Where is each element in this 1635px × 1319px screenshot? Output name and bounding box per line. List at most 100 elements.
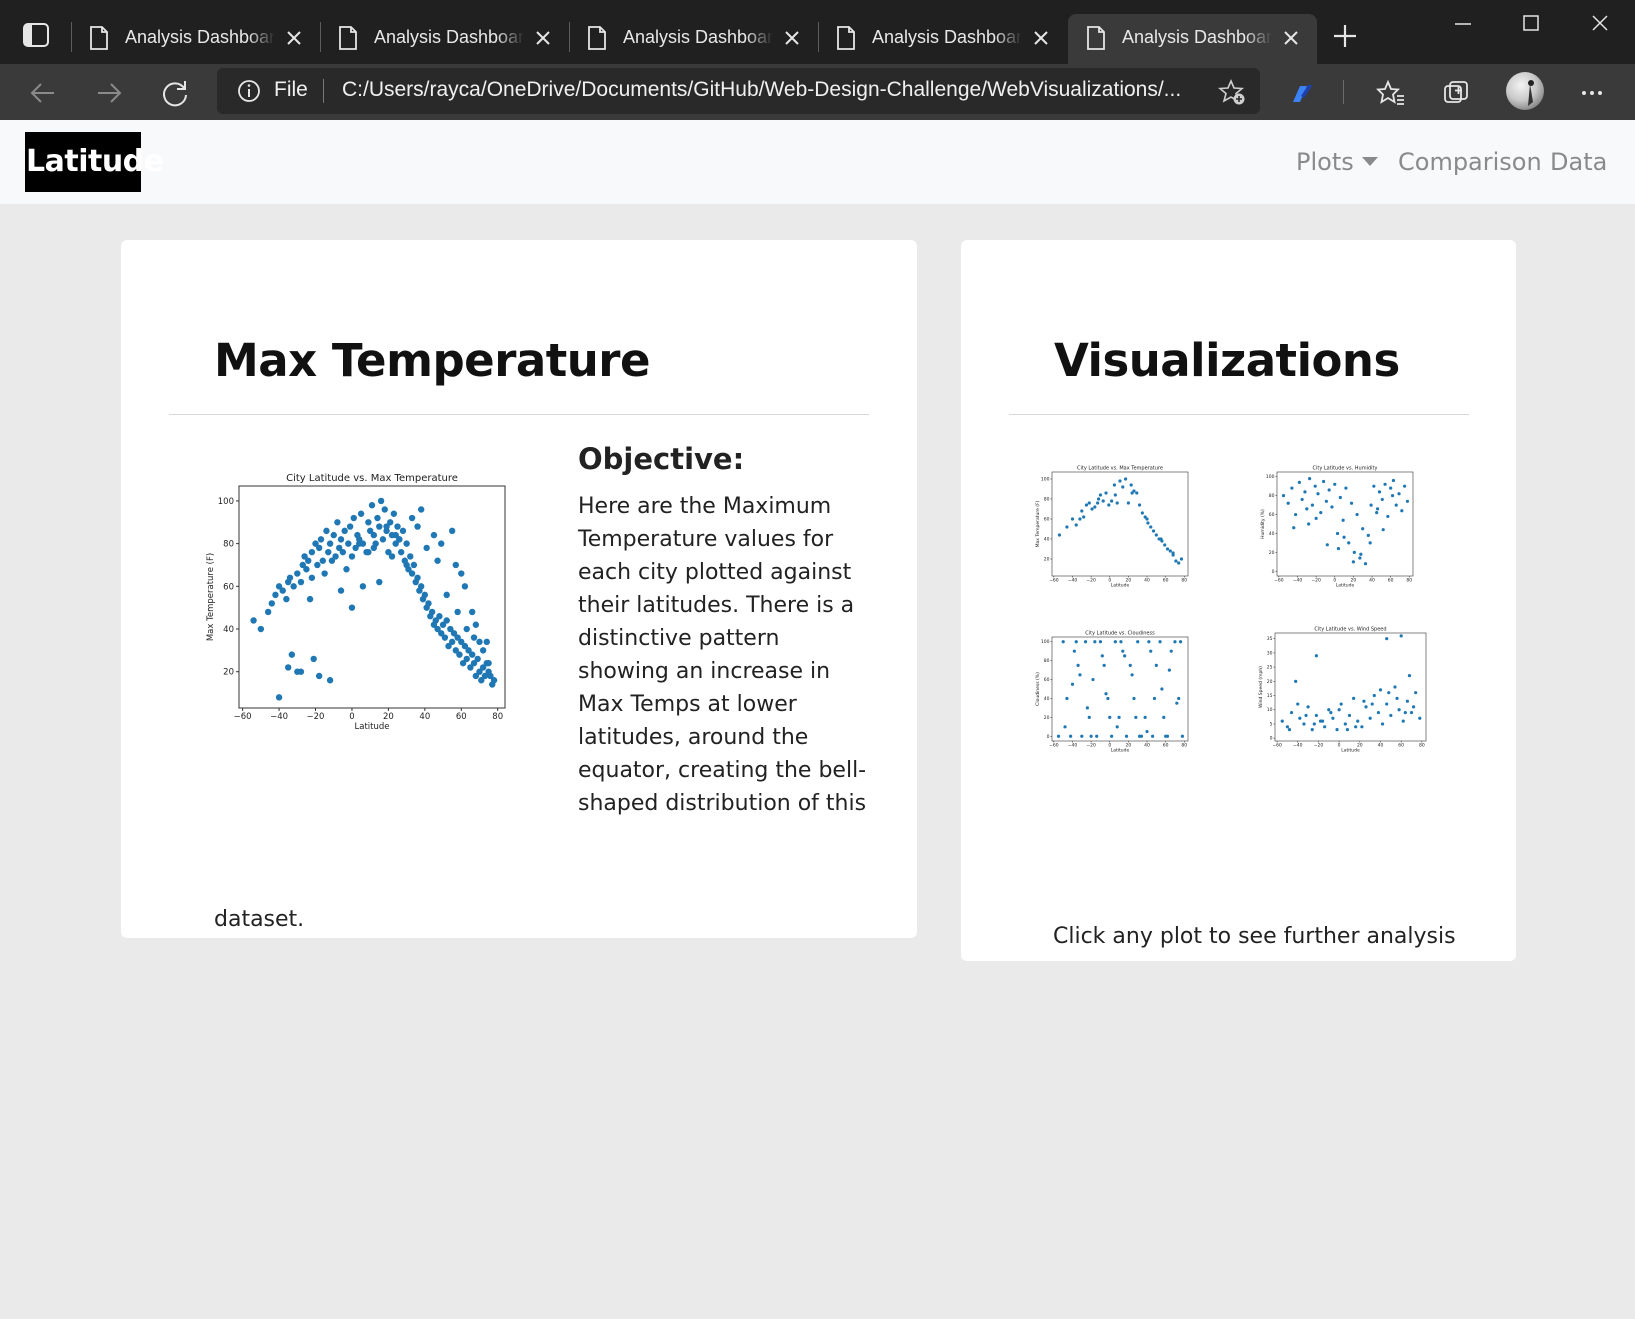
y-tick-label: 0 — [1270, 736, 1273, 742]
data-point — [397, 548, 405, 556]
data-point — [1137, 734, 1142, 738]
data-point — [1383, 482, 1387, 486]
data-point — [1136, 640, 1140, 644]
data-point — [1132, 696, 1136, 701]
x-axis-label: Latitude — [355, 722, 390, 732]
data-point — [1140, 511, 1144, 515]
nav-plots-dropdown[interactable]: Plots — [1296, 148, 1378, 176]
add-favorite-icon[interactable] — [1218, 78, 1246, 106]
back-arrow-icon[interactable] — [28, 78, 58, 108]
x-tick-label: −60 — [1049, 743, 1059, 749]
data-point — [470, 634, 478, 641]
y-tick-label: 100 — [1266, 474, 1275, 480]
data-point — [407, 553, 414, 560]
data-point — [1098, 640, 1103, 644]
data-point — [1393, 685, 1397, 689]
data-point — [1078, 517, 1082, 521]
chart-title: City Latitude vs. Cloudiness — [1085, 631, 1155, 637]
data-point — [443, 591, 450, 599]
data-point — [283, 595, 290, 603]
extension-icon[interactable] — [1287, 78, 1317, 108]
data-point — [275, 694, 283, 701]
chart-title: City Latitude vs. Wind Speed — [1314, 627, 1386, 633]
data-point — [326, 540, 334, 547]
favorites-icon[interactable] — [1376, 78, 1406, 108]
data-point — [1151, 529, 1156, 533]
data-point — [310, 655, 317, 663]
data-point — [1352, 550, 1356, 554]
y-tick-label: 5 — [1270, 721, 1273, 727]
data-point — [490, 677, 498, 684]
data-point — [1314, 654, 1318, 658]
data-point — [1113, 493, 1117, 497]
browser-tab[interactable]: Analysis Dashboard — [320, 14, 569, 64]
data-point — [1327, 708, 1331, 712]
data-point — [1063, 725, 1067, 729]
data-point — [394, 523, 401, 530]
browser-tab[interactable]: Analysis Dashboard — [569, 14, 818, 64]
data-point — [410, 561, 418, 569]
data-point — [1337, 708, 1341, 712]
new-tab-icon[interactable] — [1331, 22, 1359, 50]
tab-actions-icon[interactable] — [22, 22, 50, 48]
x-tick-label: −40 — [270, 712, 288, 722]
data-point — [1310, 503, 1314, 507]
y-tick-label: 40 — [1269, 531, 1275, 537]
browser-tab[interactable]: Analysis Dashboard — [71, 14, 320, 64]
tab-title: Analysis Dashboard — [125, 27, 275, 47]
maximize-icon[interactable] — [1508, 10, 1554, 38]
data-point — [1314, 713, 1318, 718]
data-point — [1403, 484, 1407, 488]
data-point — [1359, 552, 1363, 556]
data-point — [317, 536, 325, 543]
data-point — [1154, 663, 1158, 667]
data-point — [303, 566, 310, 573]
data-point — [1354, 725, 1358, 729]
y-tick-label: 35 — [1267, 636, 1273, 642]
address-bar[interactable]: File C:/Users/rayca/OneDrive/Documents/G… — [217, 68, 1260, 114]
nav-data-link[interactable]: Data — [1550, 148, 1607, 176]
close-tab-icon[interactable] — [784, 30, 800, 46]
profile-avatar[interactable] — [1506, 72, 1544, 110]
close-window-icon[interactable] — [1578, 10, 1624, 38]
data-point — [1297, 480, 1301, 484]
brand-logo-link[interactable]: Latitude — [25, 132, 164, 192]
forward-arrow-icon[interactable] — [94, 78, 124, 108]
x-tick-label: 20 — [383, 712, 394, 722]
data-point — [469, 608, 476, 616]
data-point — [1330, 505, 1334, 509]
data-point — [1294, 512, 1298, 517]
thumbnail-max-temperature-plot[interactable]: City Latitude vs. Max Temperature −60 −40 −… — [1028, 462, 1193, 590]
data-point — [1290, 486, 1294, 490]
browser-tab[interactable]: Analysis Dashboard — [818, 14, 1067, 64]
info-icon[interactable] — [237, 79, 261, 103]
data-point — [1338, 495, 1342, 500]
address-url[interactable]: C:/Users/rayca/OneDrive/Documents/GitHub… — [342, 78, 1187, 102]
data-point — [1362, 699, 1366, 703]
data-point — [1173, 640, 1177, 644]
data-point — [1164, 734, 1168, 738]
data-point — [1167, 668, 1171, 672]
minimize-icon[interactable] — [1440, 10, 1486, 38]
refresh-icon[interactable] — [160, 78, 190, 108]
data-point — [463, 655, 470, 663]
thumbnail-wind-speed-plot[interactable]: City Latitude vs. Wind Speed −60 −40 −20 0 20… — [1251, 623, 1431, 755]
close-tab-icon[interactable] — [286, 30, 302, 46]
data-point — [417, 583, 425, 590]
data-point — [1333, 482, 1337, 486]
y-tick-label: 80 — [223, 540, 234, 550]
collections-icon[interactable] — [1441, 78, 1471, 108]
close-tab-icon[interactable] — [1283, 30, 1299, 46]
close-tab-icon[interactable] — [535, 30, 551, 46]
more-options-icon[interactable] — [1577, 78, 1607, 108]
nav-comparison-link[interactable]: Comparison — [1398, 148, 1542, 176]
data-point — [370, 544, 378, 552]
data-point — [1080, 509, 1084, 513]
data-point — [1061, 640, 1065, 644]
thumbnail-cloudiness-plot[interactable]: City Latitude vs. Cloudiness −60 −40 −20 0 20… — [1028, 627, 1193, 755]
data-point — [1378, 688, 1383, 692]
thumbnail-humidity-plot[interactable]: City Latitude vs. Humidity −60 −40 −20 0 20 40… — [1253, 462, 1418, 590]
browser-tab-active[interactable]: Analysis Dashboard — [1068, 14, 1317, 64]
data-point — [414, 574, 421, 581]
close-tab-icon[interactable] — [1033, 30, 1049, 46]
